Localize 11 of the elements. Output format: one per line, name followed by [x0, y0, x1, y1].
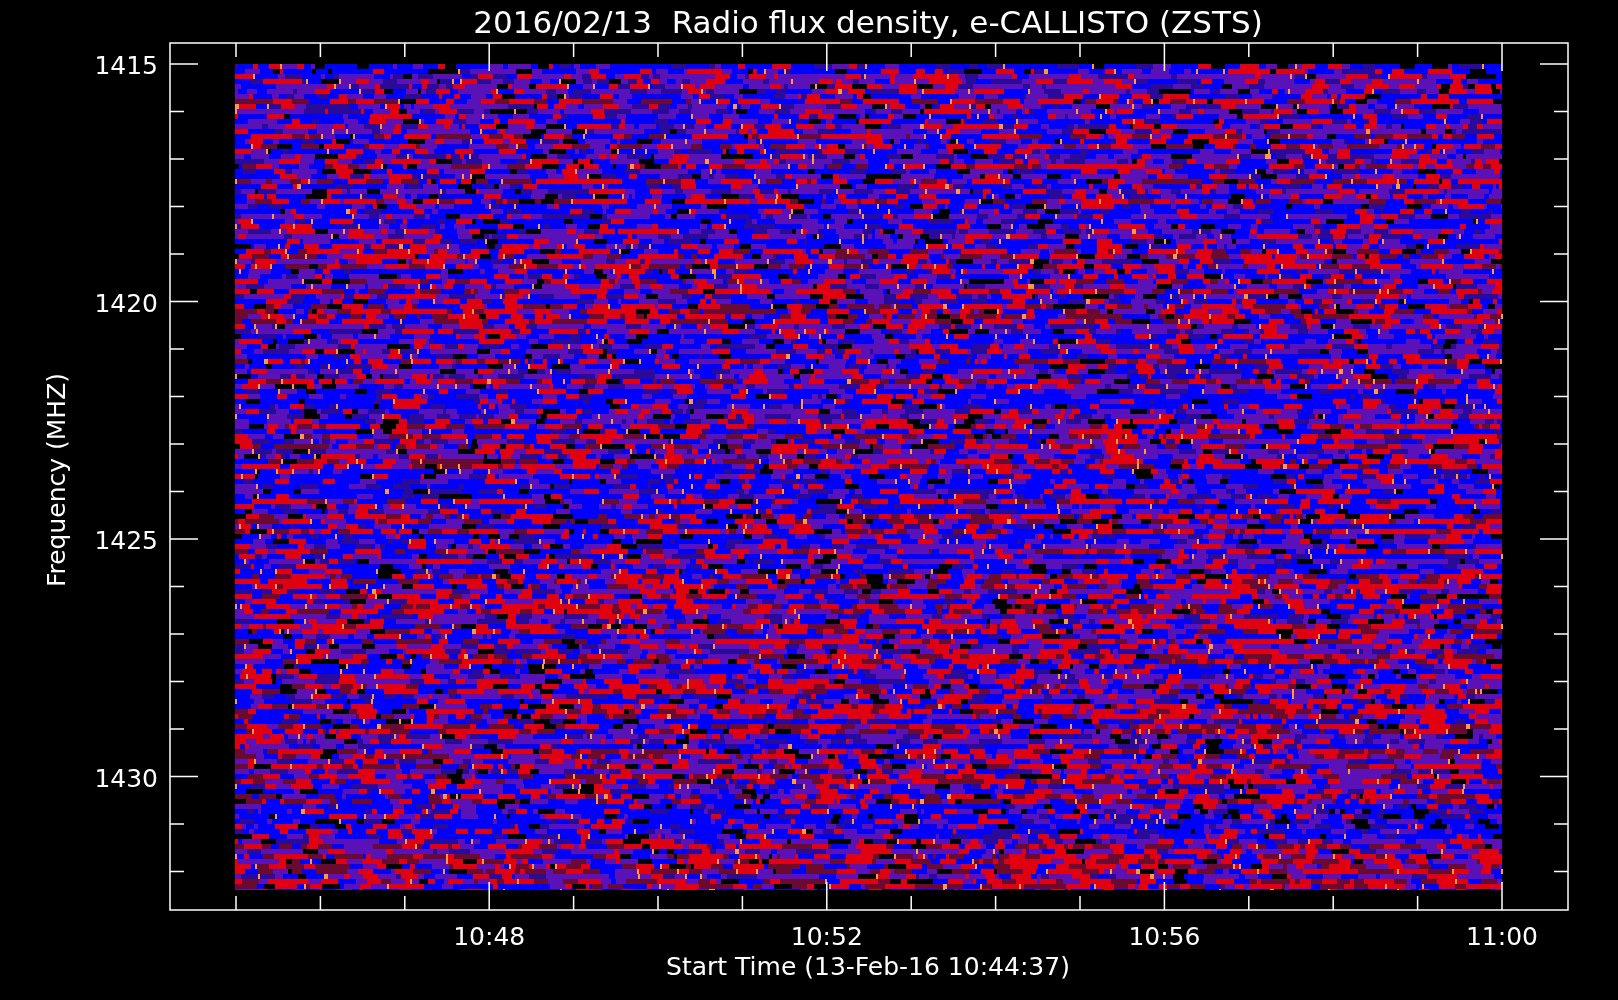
chart-title: 2016/02/13 Radio flux density, e-CALLISTO (ZSTS) — [473, 4, 1263, 40]
x-tick-label: 10:48 — [453, 922, 526, 951]
x-tick-label: 10:52 — [790, 922, 863, 951]
y-tick-label: 1415 — [94, 51, 158, 80]
y-axis-label: Frequency (MHZ) — [42, 372, 71, 588]
y-tick-label: 1425 — [94, 526, 158, 555]
x-tick-label: 10:56 — [1128, 922, 1201, 951]
x-axis-label: Start Time (13-Feb-16 10:44:37) — [666, 952, 1070, 981]
x-tick-label: 11:00 — [1466, 922, 1538, 951]
y-tick-label: 1430 — [94, 763, 158, 793]
y-tick-label: 1420 — [94, 288, 158, 318]
